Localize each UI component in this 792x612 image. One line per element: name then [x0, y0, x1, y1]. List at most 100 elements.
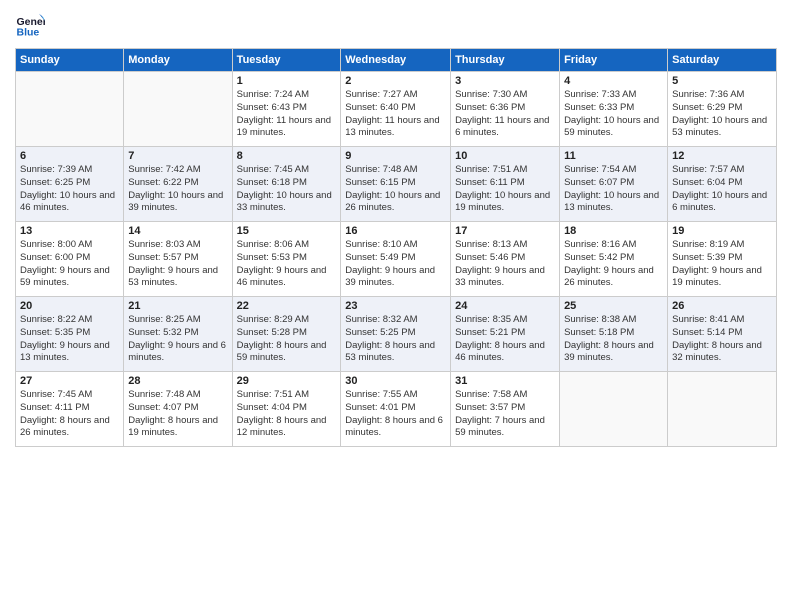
calendar-cell: 12 Sunrise: 7:57 AM Sunset: 6:04 PM Dayli… — [668, 147, 777, 222]
calendar: SundayMondayTuesdayWednesdayThursdayFrid… — [15, 48, 777, 447]
day-info: Sunrise: 8:29 AM Sunset: 5:28 PM Dayligh… — [237, 314, 337, 365]
day-number: 1 — [237, 75, 337, 87]
day-number: 15 — [237, 225, 337, 237]
day-number: 3 — [455, 75, 555, 87]
day-info: Sunrise: 7:48 AM Sunset: 6:15 PM Dayligh… — [345, 164, 446, 215]
day-info: Sunrise: 7:48 AM Sunset: 4:07 PM Dayligh… — [128, 389, 227, 440]
day-number: 12 — [672, 150, 772, 162]
svg-text:Blue: Blue — [17, 27, 40, 39]
day-number: 27 — [20, 375, 119, 387]
day-info: Sunrise: 8:35 AM Sunset: 5:21 PM Dayligh… — [455, 314, 555, 365]
week-row-5: 27Sunrise: 7:45 AM Sunset: 4:11 PM Dayli… — [16, 372, 777, 447]
day-info: Sunrise: 8:32 AM Sunset: 5:25 PM Dayligh… — [345, 314, 446, 365]
week-row-2: 6 Sunrise: 7:39 AM Sunset: 6:25 PM Daylig… — [16, 147, 777, 222]
day-info: Sunrise: 7:51 AM Sunset: 4:04 PM Dayligh… — [237, 389, 337, 440]
calendar-cell: 15 Sunrise: 8:06 AM Sunset: 5:53 PM Dayli… — [232, 222, 341, 297]
calendar-cell: 16Sunrise: 8:10 AM Sunset: 5:49 PM Dayli… — [341, 222, 451, 297]
day-number: 19 — [672, 225, 772, 237]
calendar-cell: 3 Sunrise: 7:30 AM Sunset: 6:36 PM Daylig… — [451, 72, 560, 147]
day-number: 22 — [237, 300, 337, 312]
day-header-tuesday: Tuesday — [232, 49, 341, 72]
calendar-cell: 7 Sunrise: 7:42 AM Sunset: 6:22 PM Daylig… — [124, 147, 232, 222]
calendar-cell: 30Sunrise: 7:55 AM Sunset: 4:01 PM Dayli… — [341, 372, 451, 447]
day-number: 4 — [564, 75, 663, 87]
calendar-cell: 14 Sunrise: 8:03 AM Sunset: 5:57 PM Dayli… — [124, 222, 232, 297]
calendar-cell: 31 Sunrise: 7:58 AM Sunset: 3:57 PM Dayli… — [451, 372, 560, 447]
day-number: 17 — [455, 225, 555, 237]
header: General Blue — [15, 10, 777, 40]
day-header-thursday: Thursday — [451, 49, 560, 72]
calendar-cell — [668, 372, 777, 447]
calendar-cell: 24Sunrise: 8:35 AM Sunset: 5:21 PM Dayli… — [451, 297, 560, 372]
day-info: Sunrise: 7:36 AM Sunset: 6:29 PM Dayligh… — [672, 89, 772, 140]
calendar-cell: 2Sunrise: 7:27 AM Sunset: 6:40 PM Daylig… — [341, 72, 451, 147]
day-number: 6 — [20, 150, 119, 162]
day-info: Sunrise: 7:24 AM Sunset: 6:43 PM Dayligh… — [237, 89, 337, 140]
calendar-cell: 13 Sunrise: 8:00 AM Sunset: 6:00 PM Dayli… — [16, 222, 124, 297]
day-info: Sunrise: 8:03 AM Sunset: 5:57 PM Dayligh… — [128, 239, 227, 290]
day-info: Sunrise: 8:16 AM Sunset: 5:42 PM Dayligh… — [564, 239, 663, 290]
week-row-4: 20Sunrise: 8:22 AM Sunset: 5:35 PM Dayli… — [16, 297, 777, 372]
header-row: SundayMondayTuesdayWednesdayThursdayFrid… — [16, 49, 777, 72]
day-info: Sunrise: 7:58 AM Sunset: 3:57 PM Dayligh… — [455, 389, 555, 440]
day-info: Sunrise: 7:42 AM Sunset: 6:22 PM Dayligh… — [128, 164, 227, 215]
day-number: 18 — [564, 225, 663, 237]
calendar-cell: 22 Sunrise: 8:29 AM Sunset: 5:28 PM Dayli… — [232, 297, 341, 372]
day-number: 25 — [564, 300, 663, 312]
day-number: 13 — [20, 225, 119, 237]
calendar-cell: 4Sunrise: 7:33 AM Sunset: 6:33 PM Daylig… — [560, 72, 668, 147]
calendar-cell: 28 Sunrise: 7:48 AM Sunset: 4:07 PM Dayli… — [124, 372, 232, 447]
day-info: Sunrise: 8:41 AM Sunset: 5:14 PM Dayligh… — [672, 314, 772, 365]
day-info: Sunrise: 7:30 AM Sunset: 6:36 PM Dayligh… — [455, 89, 555, 140]
day-info: Sunrise: 7:51 AM Sunset: 6:11 PM Dayligh… — [455, 164, 555, 215]
day-info: Sunrise: 7:57 AM Sunset: 6:04 PM Dayligh… — [672, 164, 772, 215]
day-header-sunday: Sunday — [16, 49, 124, 72]
day-info: Sunrise: 7:45 AM Sunset: 6:18 PM Dayligh… — [237, 164, 337, 215]
day-number: 10 — [455, 150, 555, 162]
day-info: Sunrise: 8:25 AM Sunset: 5:32 PM Dayligh… — [128, 314, 227, 365]
day-number: 23 — [345, 300, 446, 312]
day-info: Sunrise: 8:38 AM Sunset: 5:18 PM Dayligh… — [564, 314, 663, 365]
day-number: 26 — [672, 300, 772, 312]
day-number: 28 — [128, 375, 227, 387]
calendar-cell: 21 Sunrise: 8:25 AM Sunset: 5:32 PM Dayli… — [124, 297, 232, 372]
calendar-cell: 10 Sunrise: 7:51 AM Sunset: 6:11 PM Dayli… — [451, 147, 560, 222]
day-number: 8 — [237, 150, 337, 162]
calendar-cell: 8 Sunrise: 7:45 AM Sunset: 6:18 PM Daylig… — [232, 147, 341, 222]
calendar-cell: 25 Sunrise: 8:38 AM Sunset: 5:18 PM Dayli… — [560, 297, 668, 372]
calendar-cell: 17 Sunrise: 8:13 AM Sunset: 5:46 PM Dayli… — [451, 222, 560, 297]
day-info: Sunrise: 7:39 AM Sunset: 6:25 PM Dayligh… — [20, 164, 119, 215]
week-row-1: 1 Sunrise: 7:24 AM Sunset: 6:43 PM Daylig… — [16, 72, 777, 147]
day-info: Sunrise: 8:19 AM Sunset: 5:39 PM Dayligh… — [672, 239, 772, 290]
calendar-body: 1 Sunrise: 7:24 AM Sunset: 6:43 PM Daylig… — [16, 72, 777, 447]
day-info: Sunrise: 7:55 AM Sunset: 4:01 PM Dayligh… — [345, 389, 446, 440]
day-header-friday: Friday — [560, 49, 668, 72]
day-number: 31 — [455, 375, 555, 387]
day-number: 7 — [128, 150, 227, 162]
day-header-saturday: Saturday — [668, 49, 777, 72]
day-number: 16 — [345, 225, 446, 237]
day-header-wednesday: Wednesday — [341, 49, 451, 72]
logo-icon: General Blue — [15, 10, 45, 40]
calendar-cell — [560, 372, 668, 447]
day-info: Sunrise: 8:22 AM Sunset: 5:35 PM Dayligh… — [20, 314, 119, 365]
calendar-header: SundayMondayTuesdayWednesdayThursdayFrid… — [16, 49, 777, 72]
day-number: 21 — [128, 300, 227, 312]
day-header-monday: Monday — [124, 49, 232, 72]
calendar-cell: 20Sunrise: 8:22 AM Sunset: 5:35 PM Dayli… — [16, 297, 124, 372]
week-row-3: 13 Sunrise: 8:00 AM Sunset: 6:00 PM Dayli… — [16, 222, 777, 297]
calendar-cell: 19 Sunrise: 8:19 AM Sunset: 5:39 PM Dayli… — [668, 222, 777, 297]
day-info: Sunrise: 8:00 AM Sunset: 6:00 PM Dayligh… — [20, 239, 119, 290]
calendar-cell — [16, 72, 124, 147]
day-number: 5 — [672, 75, 772, 87]
calendar-cell: 23 Sunrise: 8:32 AM Sunset: 5:25 PM Dayli… — [341, 297, 451, 372]
calendar-cell: 1 Sunrise: 7:24 AM Sunset: 6:43 PM Daylig… — [232, 72, 341, 147]
day-number: 29 — [237, 375, 337, 387]
day-info: Sunrise: 8:06 AM Sunset: 5:53 PM Dayligh… — [237, 239, 337, 290]
calendar-cell: 5 Sunrise: 7:36 AM Sunset: 6:29 PM Daylig… — [668, 72, 777, 147]
day-info: Sunrise: 8:13 AM Sunset: 5:46 PM Dayligh… — [455, 239, 555, 290]
day-number: 14 — [128, 225, 227, 237]
day-number: 2 — [345, 75, 446, 87]
day-number: 11 — [564, 150, 663, 162]
calendar-cell: 26 Sunrise: 8:41 AM Sunset: 5:14 PM Dayli… — [668, 297, 777, 372]
